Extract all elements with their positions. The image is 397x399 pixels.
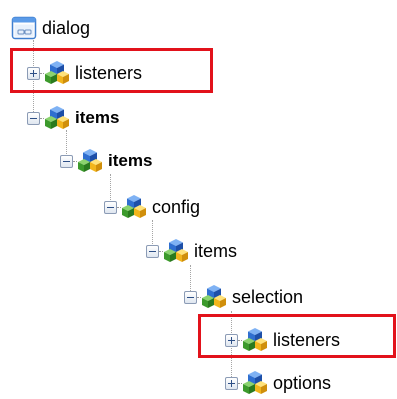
tree-node-options[interactable]: options bbox=[225, 368, 331, 398]
tree-node-label: items bbox=[194, 241, 238, 261]
tree-node-label: config bbox=[152, 197, 201, 217]
tree-node-selection[interactable]: selection bbox=[184, 282, 303, 312]
collapse-toggle-icon[interactable] bbox=[184, 290, 197, 304]
highlight-box bbox=[198, 314, 396, 358]
tree-node-dialog[interactable]: dialog bbox=[11, 13, 90, 43]
expand-toggle-icon[interactable] bbox=[225, 376, 238, 390]
collapse-toggle-icon[interactable] bbox=[104, 200, 117, 214]
collapse-toggle-icon[interactable] bbox=[146, 244, 159, 258]
tree-node-label: dialog bbox=[42, 18, 91, 38]
tree-node-items[interactable]: items bbox=[146, 236, 237, 266]
tree-node-label: items bbox=[75, 108, 120, 127]
tree-node-label: options bbox=[273, 373, 332, 393]
tree-node-label: selection bbox=[232, 287, 304, 307]
tree-node-label: items bbox=[108, 151, 153, 170]
node-cubes-icon bbox=[242, 370, 268, 396]
tree-node-config[interactable]: config bbox=[104, 192, 200, 222]
node-cubes-icon bbox=[163, 238, 189, 264]
collapse-toggle-icon[interactable] bbox=[60, 154, 73, 168]
node-cubes-icon bbox=[201, 284, 227, 310]
collapse-toggle-icon[interactable] bbox=[27, 111, 40, 125]
node-cubes-icon bbox=[44, 105, 70, 131]
highlight-box bbox=[10, 48, 213, 93]
tree-node-items[interactable]: items bbox=[27, 103, 119, 133]
node-cubes-icon bbox=[121, 194, 147, 220]
dialog-window-icon bbox=[11, 16, 37, 40]
tree-node-items[interactable]: items bbox=[60, 146, 152, 176]
tree-view: dialog listeners items items config item… bbox=[0, 0, 397, 399]
node-cubes-icon bbox=[77, 148, 103, 174]
